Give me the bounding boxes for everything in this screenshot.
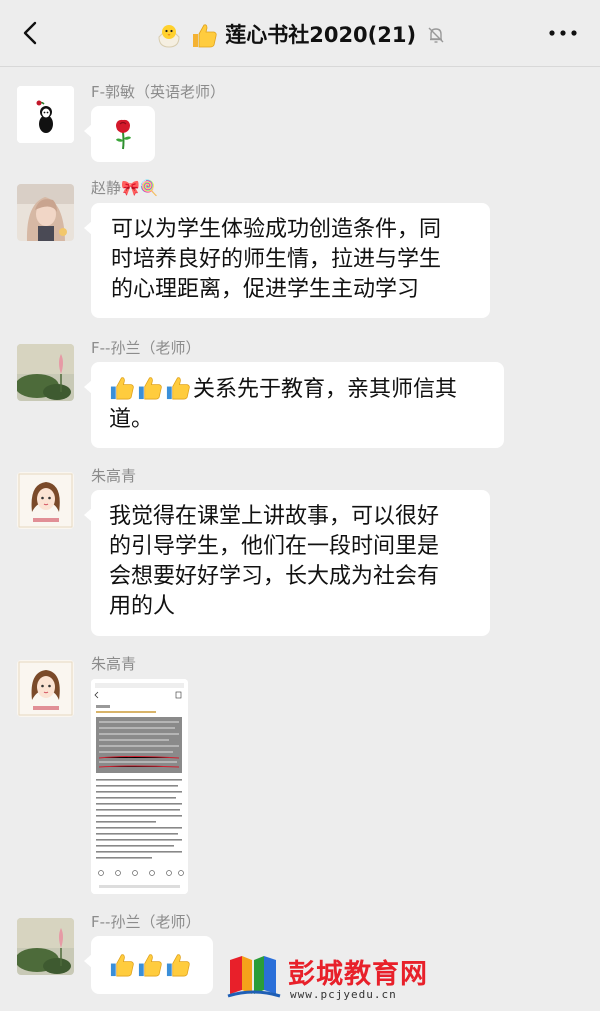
chat-title: 莲心书社2020(21) <box>225 23 417 47</box>
bell-muted-icon <box>428 27 444 43</box>
message-bubble[interactable] <box>84 936 213 994</box>
message-line: 时培养良好的师生情，拉进与学生 <box>111 247 442 272</box>
message-line: 的引导学生，他们在一段时间里是 <box>109 534 440 559</box>
message-bubble[interactable]: 我觉得在课堂上讲故事，可以很好 的引导学生，他们在一段时间里是 会想要好好学习，… <box>84 490 490 636</box>
message-line: 的心理距离，促进学生主动学习 <box>111 277 420 302</box>
more-options-icon[interactable] <box>548 28 578 38</box>
sender-name: 赵静🎀🍭 <box>91 179 159 197</box>
thumbs-up-emoji-icon <box>110 377 134 400</box>
sender-name: 朱高青 <box>91 655 137 673</box>
rose-emoji-icon <box>116 119 131 150</box>
cartoon-girl-avatar-icon <box>17 660 74 717</box>
thumbs-up-emoji-icon <box>166 954 190 977</box>
avatar[interactable] <box>17 344 74 401</box>
message-line: 我觉得在课堂上讲故事，可以很好 <box>109 504 440 529</box>
message-bubble[interactable]: 可以为学生体验成功创造条件，同 时培养良好的师生情，拉进与学生 的心理距离，促进… <box>84 203 490 318</box>
message-line: 道。 <box>109 407 154 432</box>
message-line: 会想要好好学习，长大成为社会有 <box>109 564 440 589</box>
avatar[interactable] <box>17 86 74 143</box>
avatar[interactable] <box>17 472 74 529</box>
watermark-name: 彭城教育网 <box>288 959 428 990</box>
sender-name: 朱高青 <box>91 467 137 485</box>
chat-title-bar[interactable]: 莲心书社2020(21) <box>0 18 600 51</box>
image-message[interactable] <box>91 679 188 894</box>
watermark-url: www.pcjyedu.cn <box>290 988 397 1001</box>
thumbs-up-emoji-icon <box>166 377 190 400</box>
site-watermark: 彭城教育网 www.pcjyedu.cn <box>224 946 444 1008</box>
sender-name: F--孙兰（老师） <box>91 913 201 931</box>
sender-name: F--孙兰（老师） <box>91 339 201 357</box>
message-line: 用的人 <box>109 594 176 619</box>
chick-emoji-icon <box>158 25 180 48</box>
cartoon-girl-avatar-icon <box>17 472 74 529</box>
message-line: 关系先于教育，亲其师信其 <box>193 377 458 402</box>
thumbs-up-emoji-icon <box>110 954 134 977</box>
lotus-photo-avatar-icon <box>17 918 74 975</box>
sender-name: F-郭敏（英语老师） <box>91 83 226 101</box>
thumbs-up-emoji-icon <box>138 954 162 977</box>
book-logo-icon <box>227 956 281 998</box>
thumbs-up-emoji-icon <box>192 24 217 48</box>
rose-figure-avatar-icon <box>17 86 74 143</box>
message-bubble[interactable] <box>84 106 155 162</box>
girl-photo-avatar-icon <box>17 184 74 241</box>
avatar[interactable] <box>17 184 74 241</box>
thumbs-up-emoji-icon <box>138 377 162 400</box>
chat-header: 莲心书社2020(21) <box>0 0 600 67</box>
avatar[interactable] <box>17 660 74 717</box>
article-screenshot-image <box>91 679 188 894</box>
message-bubble[interactable]: 关系先于教育，亲其师信其 道。 <box>84 362 504 448</box>
avatar[interactable] <box>17 918 74 975</box>
lotus-photo-avatar-icon <box>17 344 74 401</box>
message-line: 可以为学生体验成功创造条件，同 <box>111 217 442 242</box>
